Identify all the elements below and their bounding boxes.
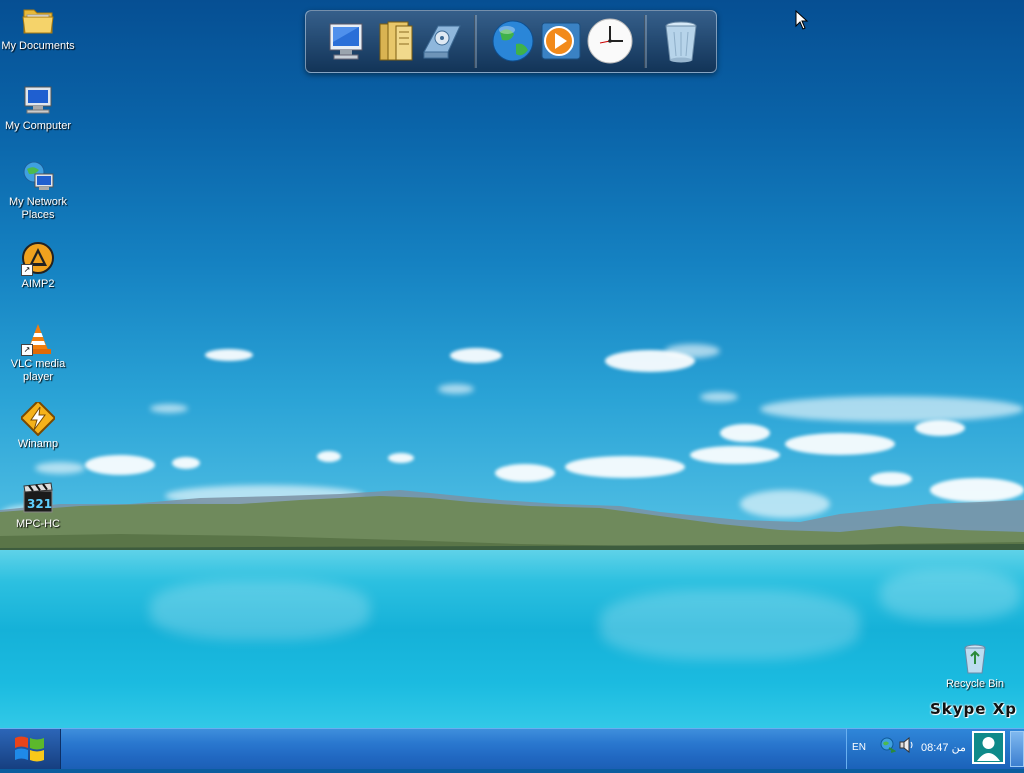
taskbar bbox=[0, 728, 1024, 769]
dock-folder-icon[interactable] bbox=[374, 18, 420, 64]
language-indicator[interactable]: EN bbox=[849, 740, 869, 756]
vlc-cone-icon: ↗ bbox=[21, 322, 55, 356]
winamp-bolt-icon bbox=[19, 399, 57, 437]
desktop-icon-label: My Network Places bbox=[8, 196, 68, 221]
recycle-bin-icon bbox=[958, 642, 992, 676]
mouse-pointer-icon bbox=[795, 9, 809, 34]
desktop-icon-aimp2[interactable]: ↗ AIMP2 bbox=[0, 242, 76, 291]
volume-icon[interactable] bbox=[899, 736, 915, 757]
network-globe-icon bbox=[21, 160, 55, 194]
desktop-wallpaper bbox=[0, 0, 1024, 728]
desktop-icon-label: Winamp bbox=[17, 438, 59, 450]
tray-clock[interactable]: 08:47 من bbox=[921, 741, 966, 754]
desktop-icon-vlc-media-player[interactable]: ↗ VLC media player bbox=[0, 322, 76, 384]
network-icon[interactable] bbox=[880, 737, 897, 757]
dock-separator bbox=[644, 15, 647, 68]
dock-monitor-icon[interactable] bbox=[322, 18, 368, 64]
windows-logo-icon bbox=[15, 736, 44, 762]
desktop-icon-my-network-places[interactable]: My Network Places bbox=[0, 160, 76, 222]
start-button[interactable] bbox=[0, 729, 61, 769]
aimp-icon: ↗ bbox=[21, 242, 55, 276]
desktop-icon-mpc-hc[interactable]: 321 MPC-HC bbox=[0, 482, 76, 531]
desktop-icon-label: MPC-HC bbox=[16, 518, 60, 530]
dock-clock-icon[interactable] bbox=[586, 18, 633, 64]
show-desktop-button[interactable] bbox=[1010, 731, 1024, 767]
desktop-icon-label: My Documents bbox=[1, 40, 75, 52]
folder-icon bbox=[21, 4, 55, 38]
desktop-icon-label: Recycle Bin bbox=[945, 678, 1005, 690]
dock-globe-icon[interactable] bbox=[490, 18, 536, 64]
desktop-icon-recycle-bin[interactable]: Recycle Bin bbox=[937, 642, 1013, 691]
mpc-clapper-icon: 321 bbox=[21, 482, 55, 516]
svg-text:321: 321 bbox=[27, 497, 52, 511]
desktop-icon-label: My Computer bbox=[4, 120, 72, 132]
mountain-range bbox=[0, 490, 1024, 560]
dock-disk-drive-icon[interactable] bbox=[418, 18, 464, 64]
desktop-icon-my-documents[interactable]: My Documents bbox=[0, 4, 76, 53]
dock-trash-icon[interactable] bbox=[658, 18, 704, 64]
desktop-icon-label: VLC media player bbox=[10, 358, 66, 383]
watermark-text: Skype Xp bbox=[930, 700, 1017, 718]
computer-icon bbox=[21, 84, 55, 118]
user-avatar[interactable] bbox=[972, 731, 1005, 764]
shortcut-arrow-icon: ↗ bbox=[21, 264, 33, 276]
dock-play-icon[interactable] bbox=[538, 18, 584, 64]
lake bbox=[0, 550, 1024, 728]
shortcut-arrow-icon: ↗ bbox=[21, 344, 33, 356]
quick-launch-dock bbox=[305, 10, 717, 73]
desktop-icon-winamp[interactable]: Winamp bbox=[0, 399, 76, 451]
desktop-icon-label: AIMP2 bbox=[21, 278, 55, 290]
user-icon bbox=[977, 737, 1000, 761]
dock-separator bbox=[474, 15, 477, 68]
desktop-icon-my-computer[interactable]: My Computer bbox=[0, 84, 76, 133]
